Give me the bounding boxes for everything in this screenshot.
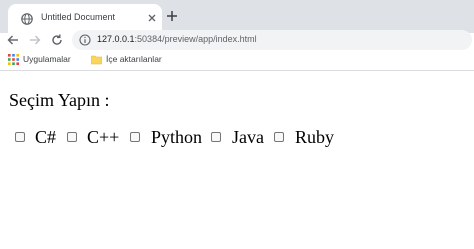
- new-tab-button[interactable]: [165, 9, 179, 23]
- bookmarks-bar: Uygulamalar İçe aktarılanlar: [0, 50, 474, 71]
- info-icon[interactable]: [79, 34, 91, 46]
- url-host: 127.0.0.1: [97, 34, 135, 44]
- toolbar: 127.0.0.1:50384/preview/app/index.html: [0, 30, 474, 50]
- option-label-csharp: C#: [35, 127, 57, 147]
- url-path: :50384/preview/app/index.html: [134, 34, 257, 44]
- page-prompt: Seçim Yapın :: [9, 90, 110, 110]
- back-icon[interactable]: [6, 33, 20, 47]
- tab-title: Untitled Document: [41, 12, 116, 22]
- tab-strip: Untitled Document: [0, 0, 474, 33]
- bookmark-imported-label: İçe aktarılanlar: [106, 54, 162, 64]
- checkbox-java[interactable]: [211, 132, 221, 142]
- option-label-python: Python: [151, 127, 203, 147]
- apps-grid-icon: [8, 54, 19, 65]
- reload-icon[interactable]: [50, 33, 64, 47]
- checkbox-cpp[interactable]: [67, 132, 77, 142]
- globe-icon: [21, 13, 33, 25]
- close-icon[interactable]: [145, 11, 159, 25]
- checkbox-csharp[interactable]: [15, 132, 25, 142]
- url-text: 127.0.0.1:50384/preview/app/index.html: [97, 34, 257, 44]
- forward-icon[interactable]: [28, 33, 42, 47]
- bookmark-apps-label: Uygulamalar: [23, 54, 71, 64]
- options-group: C# C++ Python Java Ruby: [0, 127, 474, 151]
- browser-tab[interactable]: Untitled Document: [8, 4, 162, 33]
- option-label-ruby: Ruby: [295, 127, 335, 147]
- address-bar[interactable]: 127.0.0.1:50384/preview/app/index.html: [72, 30, 472, 50]
- page-content: Seçim Yapın : C# C++ Python Java Ruby: [0, 71, 474, 249]
- option-label-cpp: C++: [87, 127, 120, 147]
- option-label-java: Java: [232, 127, 264, 147]
- checkbox-ruby[interactable]: [274, 132, 284, 142]
- checkbox-python[interactable]: [130, 132, 140, 142]
- folder-icon: [91, 55, 102, 65]
